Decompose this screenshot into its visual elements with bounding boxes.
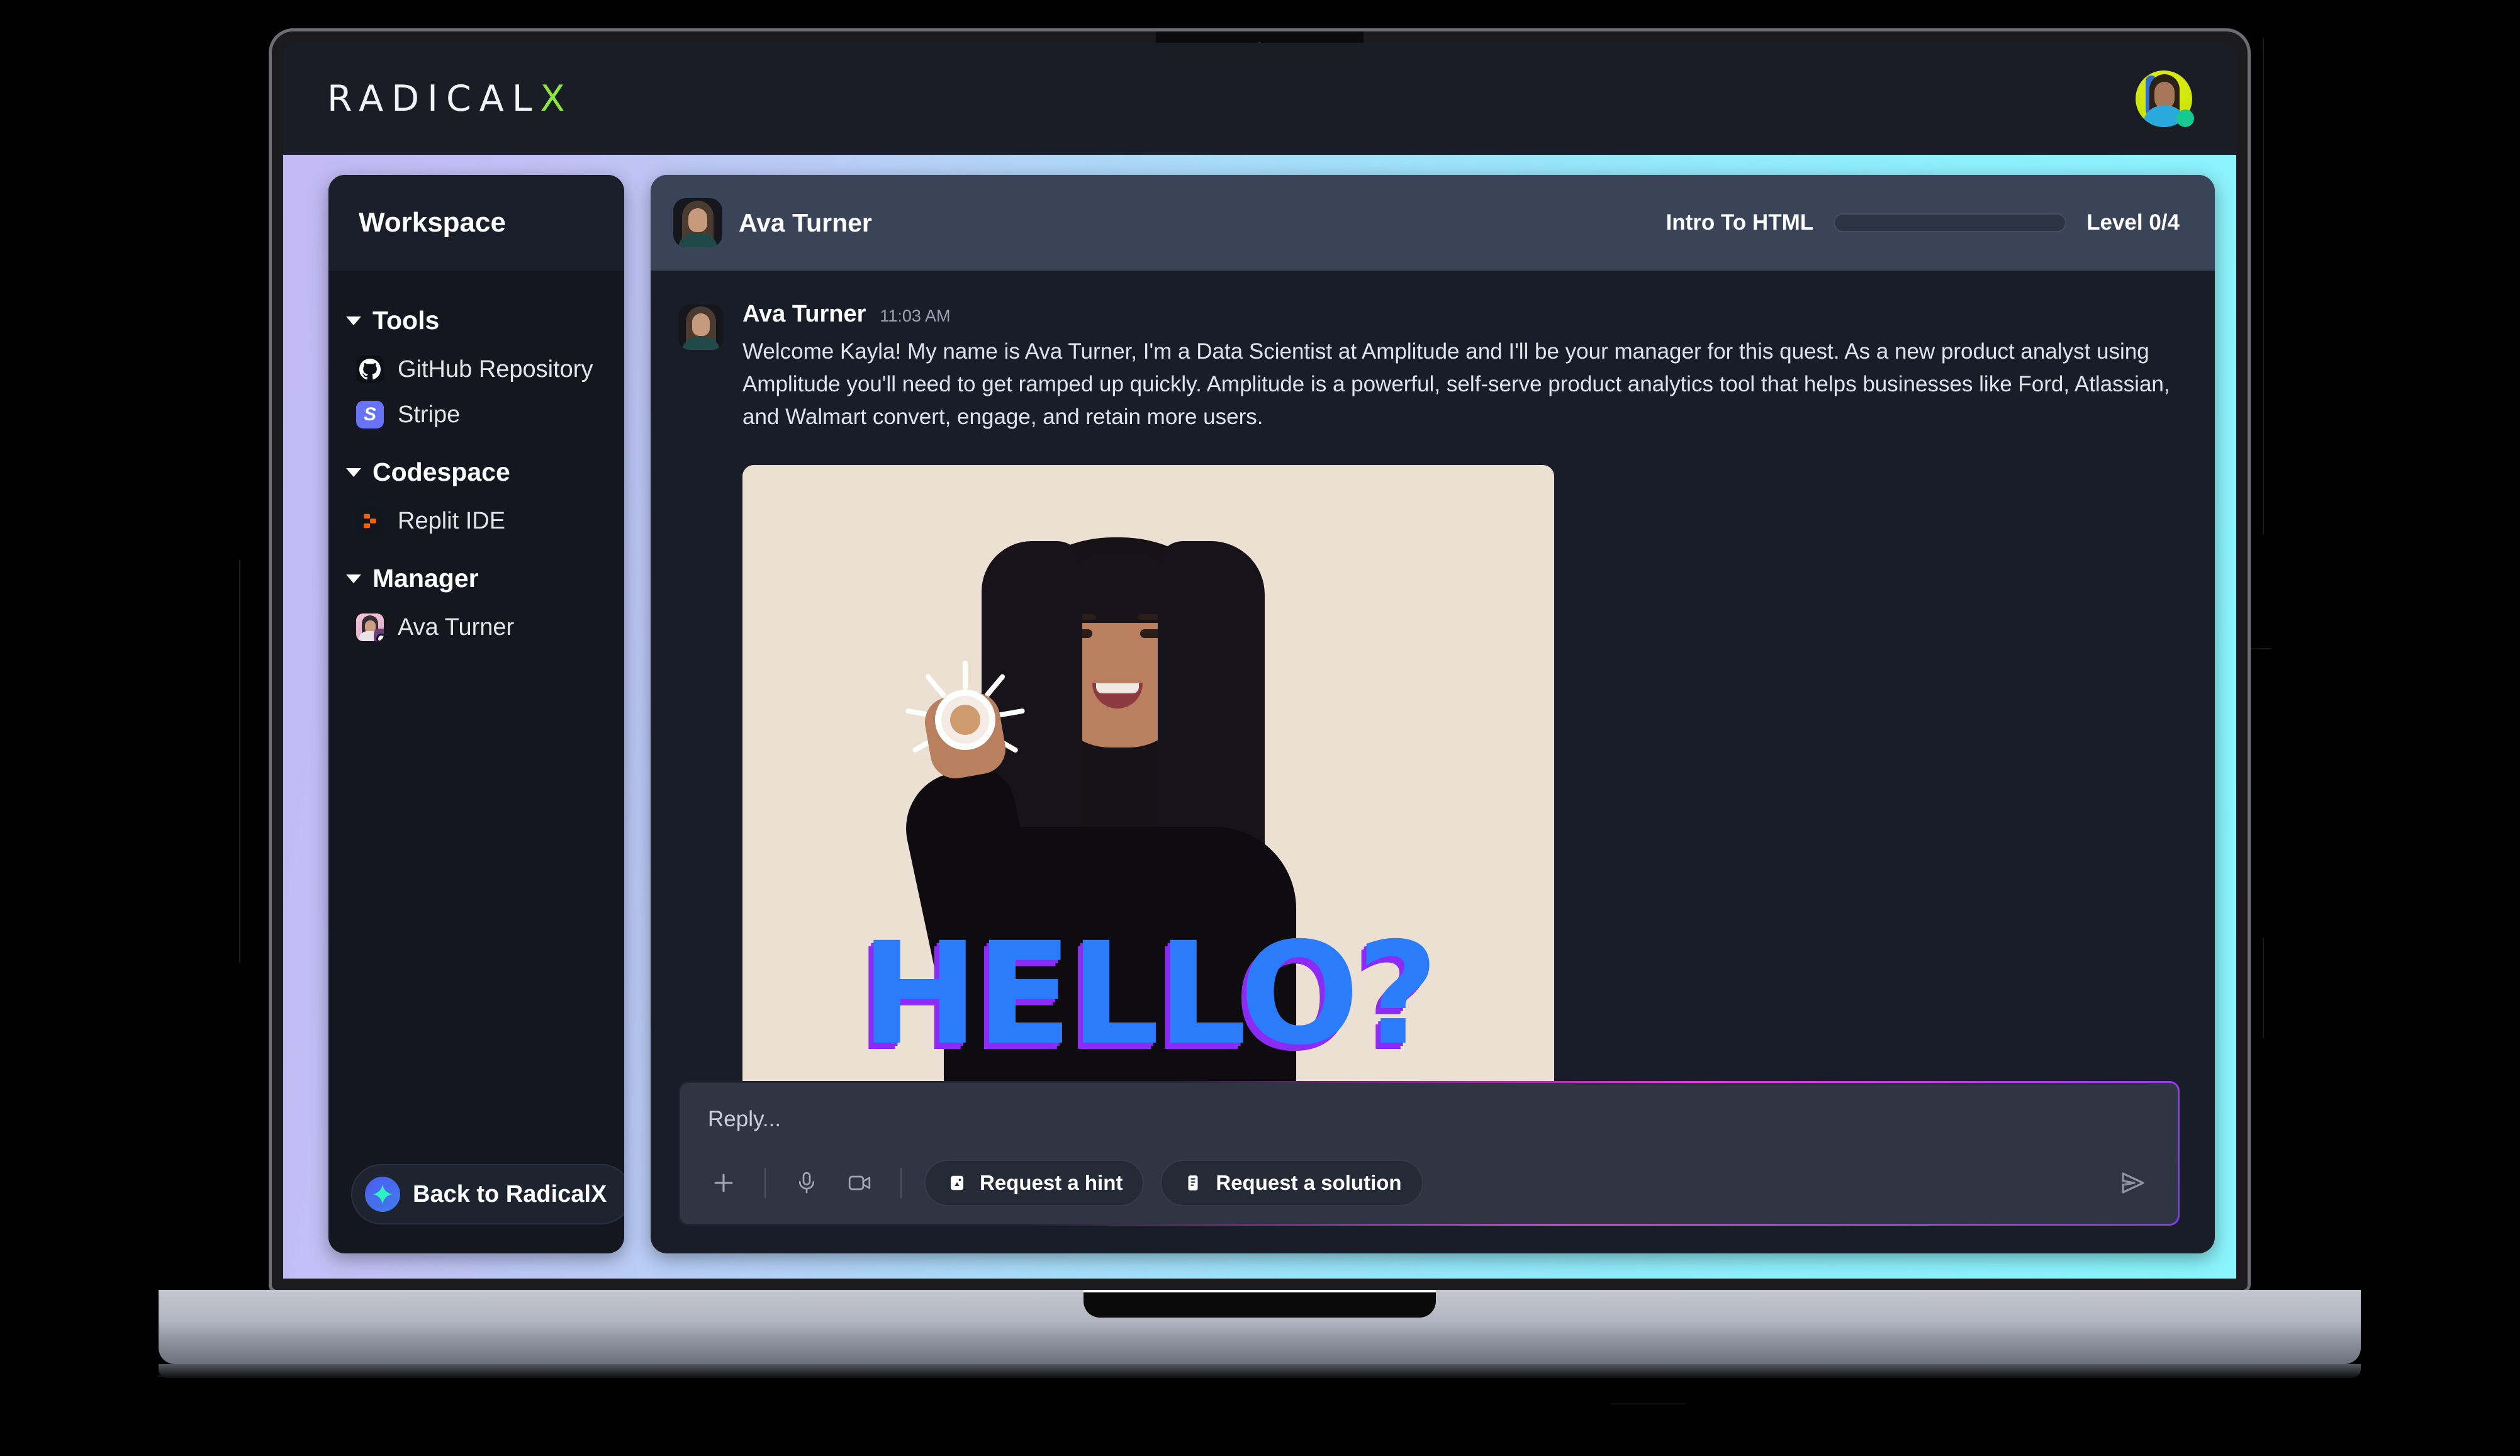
sidebar: Workspace Tools GitHub Repository S Stri… [328,175,624,1253]
guide-line [1611,1403,1686,1404]
request-hint-button[interactable]: Request a hint [924,1160,1145,1206]
sidebar-item-stripe[interactable]: S Stripe [328,392,624,437]
group-label: Codespace [372,457,510,486]
message-body: Welcome Kayla! My name is Ava Turner, I'… [742,339,2170,430]
toolbar-divider [900,1168,902,1198]
sidebar-item-label: Replit IDE [398,507,506,534]
sidebar-header: Workspace [328,175,624,271]
request-solution-label: Request a solution [1216,1171,1402,1194]
ava-turner-avatar [356,613,384,641]
laptop-base-notch [1084,1290,1436,1318]
guide-line [239,560,240,963]
sidebar-item-label: Stripe [398,401,461,428]
stripe-icon: S [356,401,384,428]
message-author: Ava Turner [742,301,866,327]
message-item: Ava Turner 11:03 AM Welcome Kayla! My na… [678,301,2180,1081]
chevron-down-icon [346,574,361,583]
video-camera-icon[interactable] [841,1165,878,1201]
group-label: Manager [372,564,479,593]
message-attachment-gif[interactable]: HELLO? [742,465,1554,1081]
avatar [678,305,724,350]
back-button-label: Back to RadicalX [413,1180,607,1207]
group-label: Tools [372,306,440,335]
sidebar-item-label: GitHub Repository [398,356,593,383]
group-header-tools[interactable]: Tools [328,294,624,347]
quest-progress: Intro To HTML Level 0/4 [1666,210,2180,235]
composer-wrapper: Reply... Request a hint Request a soluti… [651,1081,2215,1253]
request-solution-button[interactable]: Request a solution [1160,1160,1423,1206]
message-meta: Ava Turner 11:03 AM [742,301,2180,328]
sidebar-footer: Back to RadicalX [328,1164,624,1253]
message-composer: Reply... Request a hint Request a soluti… [678,1081,2180,1226]
sidebar-nav: Tools GitHub Repository S Stripe Codespa… [328,271,624,1164]
sidebar-item-github-repository[interactable]: GitHub Repository [328,347,624,392]
laptop-base [159,1290,2361,1364]
github-icon [356,356,384,383]
chat-contact-name: Ava Turner [739,208,872,237]
chat-header: Ava Turner Intro To HTML Level 0/4 [651,175,2215,271]
level-label: Level 0/4 [2086,210,2180,235]
nav-group-manager: Manager Ava Turner [328,552,624,650]
composer-toolbar: Request a hint Request a solution [680,1151,2178,1224]
status-badge [2176,109,2194,127]
replit-icon [356,507,384,535]
app-top-bar: RADICAL X [283,43,2236,155]
send-icon[interactable] [2114,1163,2153,1202]
laptop-base-shadow [159,1364,2361,1378]
sidebar-item-label: Ava Turner [398,613,515,641]
chevron-down-icon [346,468,361,477]
toolbar-divider [764,1168,766,1198]
guide-line [2263,938,2264,1038]
chat-contact: Ava Turner [673,198,872,247]
logo-accent-x: X [540,78,573,120]
reply-input[interactable]: Reply... [680,1083,2178,1151]
back-to-radicalx-button[interactable]: Back to RadicalX [351,1164,624,1224]
user-avatar-wrapper[interactable] [2136,70,2194,127]
radicalx-logo[interactable]: RADICAL X [327,78,573,120]
avatar [673,198,722,247]
chat-panel: Ava Turner Intro To HTML Level 0/4 Ava T… [651,175,2215,1253]
sidebar-item-ava-turner[interactable]: Ava Turner [328,605,624,650]
status-badge [376,634,384,641]
radicalx-star-icon [365,1177,400,1212]
screenshot-root: RADICAL X Workspace Tools GitHub Reposit… [0,0,2520,1456]
progress-bar [1834,213,2067,232]
workspace-title: Workspace [359,207,506,238]
document-icon [1182,1172,1204,1194]
logo-text: RADICAL [327,78,540,120]
add-attachment-icon[interactable] [705,1165,742,1201]
app-body: Workspace Tools GitHub Repository S Stri… [283,155,2236,1279]
sidebar-item-replit-ide[interactable]: Replit IDE [328,498,624,544]
group-header-codespace[interactable]: Codespace [328,446,624,498]
chevron-down-icon [346,316,361,325]
request-hint-label: Request a hint [980,1171,1123,1194]
laptop-screen-bezel: RADICAL X Workspace Tools GitHub Reposit… [272,31,2248,1290]
message-list: Ava Turner 11:03 AM Welcome Kayla! My na… [651,271,2215,1081]
message-timestamp: 11:03 AM [880,306,951,325]
lightbulb-icon [946,1172,968,1194]
microphone-icon[interactable] [788,1165,825,1201]
message-content: Ava Turner 11:03 AM Welcome Kayla! My na… [742,301,2180,1081]
group-header-manager[interactable]: Manager [328,552,624,605]
laptop-mockup: RADICAL X Workspace Tools GitHub Reposit… [159,31,2361,1378]
guide-line [2263,38,2264,535]
quest-title: Intro To HTML [1666,210,1814,235]
gif-caption: HELLO? [860,912,1438,1077]
nav-group-tools: Tools GitHub Repository S Stripe [328,294,624,437]
nav-group-codespace: Codespace Replit IDE [328,446,624,544]
